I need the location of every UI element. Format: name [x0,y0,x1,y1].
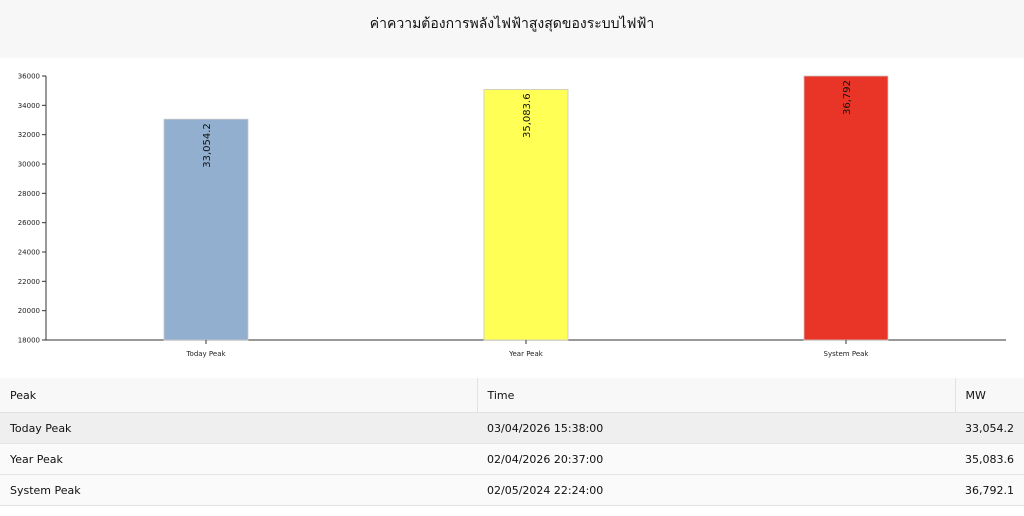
y-tick-label: 30000 [18,161,40,169]
table-row: Year Peak 02/04/2026 20:37:00 35,083.6 [0,443,1024,475]
column-header-time[interactable]: Time [477,378,956,413]
column-header-peak[interactable]: Peak [0,378,478,413]
y-tick-label: 24000 [18,249,40,257]
cell-time: 03/04/2026 15:38:00 [477,412,955,444]
cell-mw: 35,083.6 [955,443,1024,475]
y-tick-label: 22000 [18,278,40,286]
x-tick-label: Today Peak [185,350,226,358]
peak-table: Peak Time MW Today Peak 03/04/2026 15:38… [0,378,1024,506]
chart-title: ค่าความต้องการพลังไฟฟ้าสูงสุดของระบบไฟฟ้… [369,16,655,32]
y-tick-label: 18000 [18,337,40,345]
bar-value-label: 36,792 [842,80,853,115]
x-tick-label: System Peak [824,350,870,358]
y-tick-label: 20000 [18,307,40,315]
table-row: System Peak 02/05/2024 22:24:00 36,792.1 [0,474,1024,506]
cell-mw: 33,054.2 [955,412,1024,444]
cell-peak: System Peak [0,474,477,506]
column-header-mw[interactable]: MW [955,378,1024,413]
cell-time: 02/05/2024 22:24:00 [477,474,955,506]
chart-header: ค่าความต้องการพลังไฟฟ้าสูงสุดของระบบไฟฟ้… [0,0,1024,58]
cell-peak: Today Peak [0,412,477,444]
y-tick-label: 26000 [18,219,40,227]
cell-mw: 36,792.1 [955,474,1024,506]
bar-value-label: 35,083.6 [522,93,533,138]
y-tick-label: 36000 [18,73,40,81]
y-tick-label: 34000 [18,102,40,110]
y-tick-label: 28000 [18,190,40,198]
table-row: Today Peak 03/04/2026 15:38:00 33,054.2 [0,412,1024,444]
cell-peak: Year Peak [0,443,477,475]
y-tick-label: 32000 [18,131,40,139]
peak-demand-bar-chart: 18000 20000 22000 24000 26000 28000 30000 32000… [18,73,1006,358]
table-header-row: Peak Time MW [0,378,1024,413]
bar-value-label: 33,054.2 [202,123,213,168]
x-tick-label: Year Peak [508,350,544,358]
cell-time: 02/04/2026 20:37:00 [477,443,955,475]
